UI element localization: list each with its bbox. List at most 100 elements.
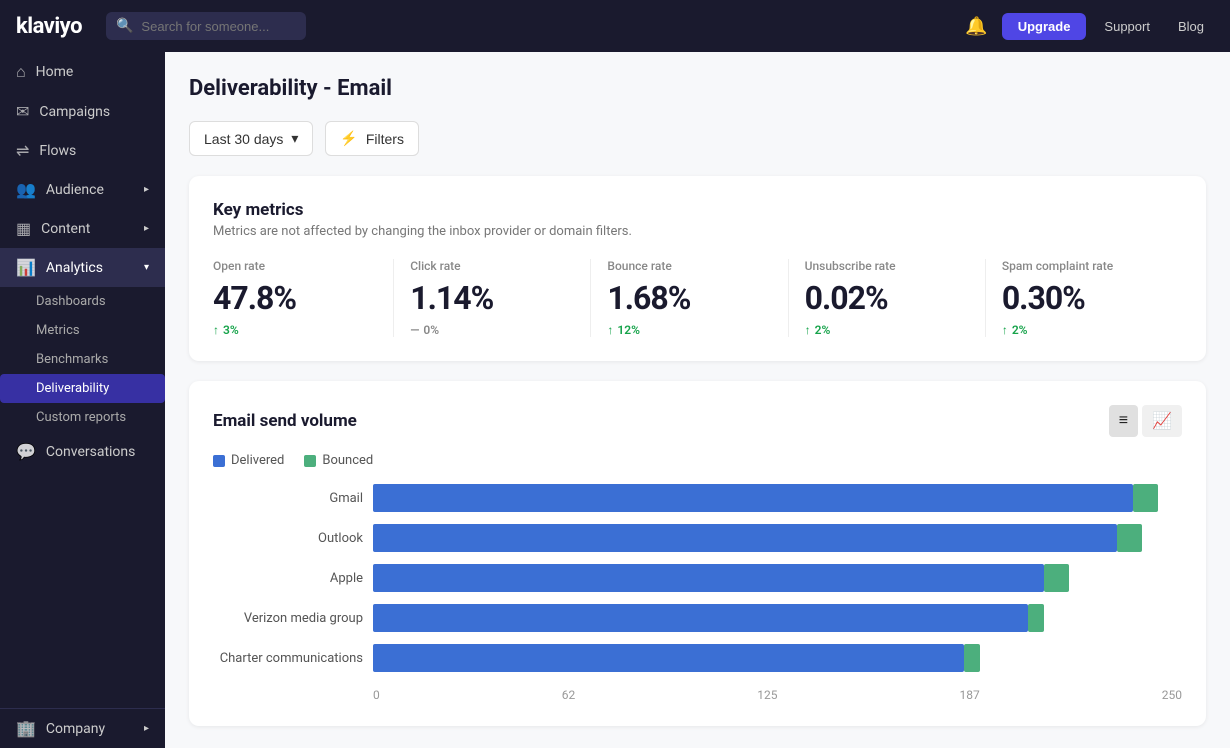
sidebar-bottom: 🏢 Company ▸ — [0, 708, 165, 748]
metric-change: ↑ 12% — [607, 323, 771, 337]
chart-controls: ≡ 📈 — [1109, 405, 1182, 437]
metric-value: 1.14% — [410, 279, 574, 317]
sidebar-item-campaigns[interactable]: ✉ Campaigns — [0, 92, 165, 131]
bar-delivered — [373, 524, 1117, 552]
line-chart-button[interactable]: 📈 — [1142, 405, 1182, 437]
metric-unsubscribe-rate: Unsubscribe rate 0.02% ↑ 2% — [789, 259, 986, 337]
bar-label: Gmail — [213, 491, 363, 506]
blog-button[interactable]: Blog — [1168, 13, 1214, 40]
metric-label: Open rate — [213, 259, 377, 273]
sidebar-item-flows[interactable]: ⇌ Flows — [0, 131, 165, 170]
date-filter-label: Last 30 days — [204, 131, 283, 147]
top-navigation: klaviyo 🔍 🔔 Upgrade Support Blog — [0, 0, 1230, 52]
volume-title: Email send volume — [213, 411, 357, 431]
key-metrics-card: Key metrics Metrics are not affected by … — [189, 176, 1206, 361]
campaigns-icon: ✉ — [16, 102, 29, 121]
sidebar-item-home[interactable]: ⌂ Home — [0, 52, 165, 92]
metric-value: 0.30% — [1002, 279, 1166, 317]
change-value: 2% — [1012, 323, 1028, 337]
bar-container — [373, 524, 1182, 552]
filter-icon: ⚡ — [340, 130, 357, 147]
search-bar[interactable]: 🔍 — [106, 12, 306, 40]
filters-button[interactable]: ⚡ Filters — [325, 121, 419, 156]
date-picker-button[interactable]: Last 30 days ▾ — [189, 121, 313, 156]
chevron-down-icon: ▾ — [144, 262, 149, 273]
bar-chart-button[interactable]: ≡ — [1109, 405, 1138, 437]
chart-bar-row: Verizon media group — [213, 604, 1182, 632]
metric-change: ↑ 3% — [213, 323, 377, 337]
chart-bar-row: Outlook — [213, 524, 1182, 552]
legend-delivered: Delivered — [213, 453, 284, 468]
change-value: 12% — [617, 323, 640, 337]
sidebar-item-audience[interactable]: 👥 Audience ▸ — [0, 170, 165, 209]
page-title: Deliverability - Email — [189, 76, 1206, 101]
upgrade-button[interactable]: Upgrade — [1002, 13, 1087, 40]
filters-label: Filters — [366, 131, 404, 147]
sidebar-item-label: Content — [41, 221, 90, 237]
legend-bounced: Bounced — [304, 453, 373, 468]
axis-label-125: 125 — [757, 688, 777, 702]
sidebar-item-content[interactable]: ▦ Content ▸ — [0, 209, 165, 248]
content-icon: ▦ — [16, 219, 31, 238]
key-metrics-subtitle: Metrics are not affected by changing the… — [213, 224, 1182, 239]
notifications-icon[interactable]: 🔔 — [959, 10, 993, 43]
metric-change: ↑ 2% — [1002, 323, 1166, 337]
chevron-up-icon: ▸ — [144, 723, 149, 734]
bar-container — [373, 644, 1182, 672]
flows-icon: ⇌ — [16, 141, 29, 160]
chart-axis: 0 62 125 187 250 — [373, 684, 1182, 702]
chart-legend: Delivered Bounced — [213, 453, 1182, 468]
bar-container — [373, 564, 1182, 592]
metric-label: Spam complaint rate — [1002, 259, 1166, 273]
search-input[interactable] — [141, 19, 281, 34]
home-icon: ⌂ — [16, 62, 26, 82]
sidebar-item-analytics[interactable]: 📊 Analytics ▾ — [0, 248, 165, 287]
bar-bounced — [1044, 564, 1068, 592]
metric-click-rate: Click rate 1.14% — 0% — [394, 259, 591, 337]
chart-bar-row: Gmail — [213, 484, 1182, 512]
bar-label: Outlook — [213, 531, 363, 546]
page-header: Deliverability - Email — [189, 76, 1206, 101]
axis-label-62: 62 — [562, 688, 576, 702]
key-metrics-title: Key metrics — [213, 200, 1182, 220]
volume-header: Email send volume ≡ 📈 — [213, 405, 1182, 437]
bar-bounced — [1028, 604, 1044, 632]
sidebar-item-conversations[interactable]: 💬 Conversations — [0, 432, 165, 471]
content-area: Deliverability - Email Last 30 days ▾ ⚡ … — [165, 52, 1230, 748]
metric-label: Unsubscribe rate — [805, 259, 969, 273]
bar-bounced — [1133, 484, 1157, 512]
sidebar-item-label: Flows — [39, 143, 76, 159]
bar-delivered — [373, 604, 1028, 632]
sidebar-item-label: Campaigns — [39, 104, 110, 120]
chevron-down-icon: ▸ — [144, 223, 149, 234]
metric-change: ↑ 2% — [805, 323, 969, 337]
chart-bar-row: Charter communications — [213, 644, 1182, 672]
delivered-dot — [213, 455, 225, 467]
metric-label: Bounce rate — [607, 259, 771, 273]
axis-label-187: 187 — [959, 688, 979, 702]
arrow-up-icon: ↑ — [607, 323, 613, 337]
metric-value: 47.8% — [213, 279, 377, 317]
sidebar-sub-dashboards[interactable]: Dashboards — [0, 287, 165, 316]
bar-label: Charter communications — [213, 651, 363, 666]
sidebar-sub-deliverability[interactable]: Deliverability — [0, 374, 165, 403]
logo: klaviyo — [16, 14, 82, 39]
axis-label-250: 250 — [1162, 688, 1182, 702]
change-value: 0% — [423, 323, 439, 337]
metric-value: 0.02% — [805, 279, 969, 317]
company-icon: 🏢 — [16, 719, 36, 738]
flat-icon: — — [410, 323, 419, 337]
bounced-dot — [304, 455, 316, 467]
support-button[interactable]: Support — [1094, 13, 1160, 40]
sidebar-sub-metrics[interactable]: Metrics — [0, 316, 165, 345]
delivered-label: Delivered — [231, 453, 284, 468]
chevron-down-icon: ▾ — [291, 130, 298, 147]
sidebar-item-label: Conversations — [46, 444, 135, 460]
sidebar-sub-custom-reports[interactable]: Custom reports — [0, 403, 165, 432]
chevron-down-icon: ▸ — [144, 184, 149, 195]
sidebar-item-company[interactable]: 🏢 Company ▸ — [0, 709, 165, 748]
bar-delivered — [373, 564, 1044, 592]
bar-chart: GmailOutlookAppleVerizon media groupChar… — [213, 484, 1182, 672]
arrow-up-icon: ↑ — [805, 323, 811, 337]
sidebar-sub-benchmarks[interactable]: Benchmarks — [0, 345, 165, 374]
